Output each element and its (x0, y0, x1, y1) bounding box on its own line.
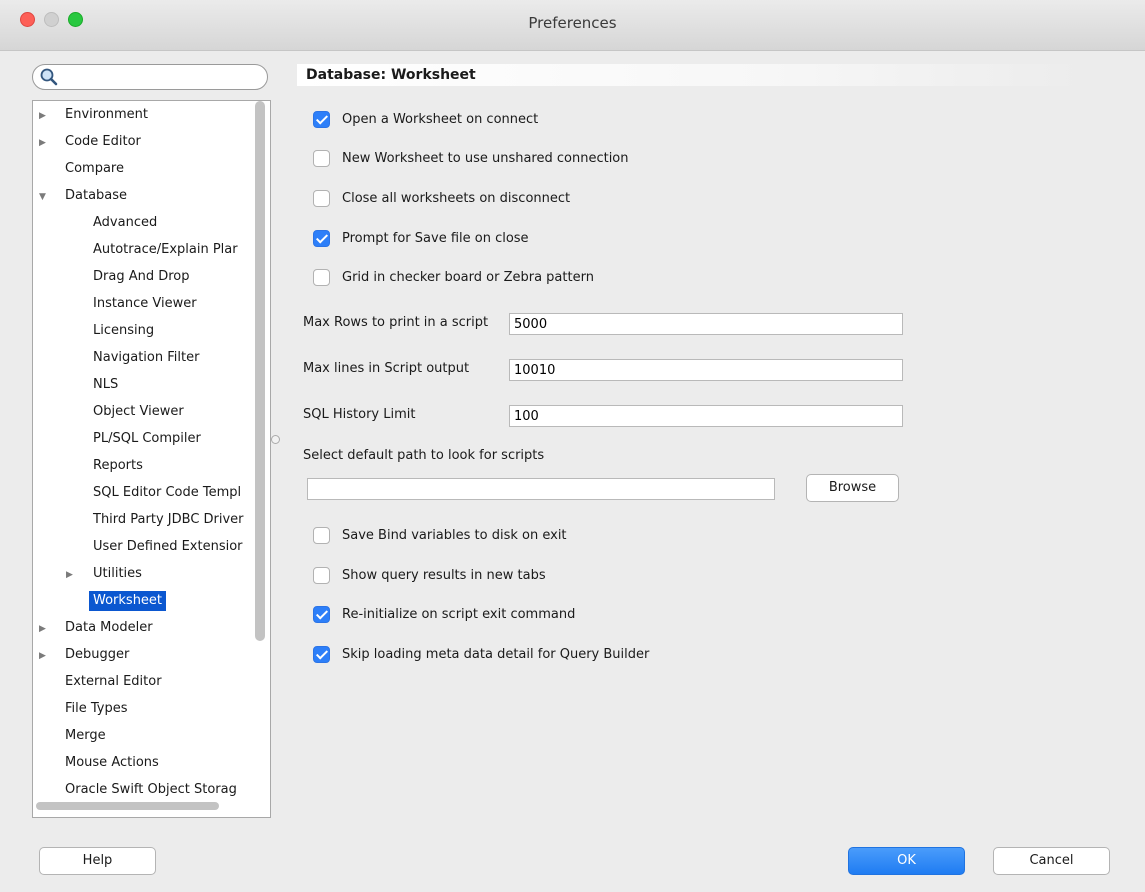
path-label: Select default path to look for scripts (303, 448, 545, 463)
search-box[interactable] (32, 64, 268, 90)
option-label: Close all worksheets on disconnect (342, 191, 571, 206)
tree-item-environment[interactable]: Environment (65, 105, 148, 125)
tree-item-file-types[interactable]: File Types (65, 699, 128, 719)
checkbox-checked[interactable] (313, 606, 330, 623)
tree-item-instance-viewer[interactable]: Instance Viewer (93, 294, 197, 314)
expanded-arrow-icon[interactable]: ▼ (39, 187, 46, 207)
title-bar[interactable]: Preferences (0, 0, 1145, 51)
browse-button[interactable]: Browse (806, 474, 899, 502)
search-input[interactable] (61, 68, 265, 88)
tree-item-object-viewer[interactable]: Object Viewer (93, 402, 184, 422)
collapsed-arrow-icon[interactable]: ▶ (66, 565, 73, 585)
splitter-handle[interactable] (271, 435, 280, 444)
window-title: Preferences (528, 14, 617, 32)
field-label: Max Rows to print in a script (303, 315, 489, 330)
tree-item-third-party-jdbc-driver[interactable]: Third Party JDBC Driver (93, 510, 244, 530)
checkbox-unchecked[interactable] (313, 150, 330, 167)
search-icon (40, 68, 58, 86)
tree-item-oracle-swift-object-storag[interactable]: Oracle Swift Object Storag (65, 780, 237, 800)
tree-item-external-editor[interactable]: External Editor (65, 672, 162, 692)
option-label: Show query results in new tabs (342, 568, 546, 583)
tree-item-user-defined-extensior[interactable]: User Defined Extensior (93, 537, 243, 557)
field-input[interactable] (509, 313, 903, 335)
panel-title: Database: Worksheet (297, 64, 1087, 86)
tree-item-database[interactable]: Database (65, 186, 127, 206)
tree-item-mouse-actions[interactable]: Mouse Actions (65, 753, 159, 773)
tree-item-pl-sql-compiler[interactable]: PL/SQL Compiler (93, 429, 201, 449)
field-label: Max lines in Script output (303, 361, 470, 376)
ok-button[interactable]: OK (848, 847, 965, 875)
cancel-button[interactable]: Cancel (993, 847, 1110, 875)
tree-item-nls[interactable]: NLS (93, 375, 118, 395)
tree-item-utilities[interactable]: Utilities (93, 564, 142, 584)
collapsed-arrow-icon[interactable]: ▶ (39, 646, 46, 666)
option-label: Prompt for Save file on close (342, 231, 529, 246)
option-label: Skip loading meta data detail for Query … (342, 647, 650, 662)
collapsed-arrow-icon[interactable]: ▶ (39, 133, 46, 153)
option-label: Save Bind variables to disk on exit (342, 528, 567, 543)
tree-item-licensing[interactable]: Licensing (93, 321, 154, 341)
option-label: Open a Worksheet on connect (342, 112, 539, 127)
checkbox-unchecked[interactable] (313, 190, 330, 207)
tree-horizontal-scrollbar[interactable] (36, 802, 219, 810)
tree-item-reports[interactable]: Reports (93, 456, 143, 476)
tree-item-debugger[interactable]: Debugger (65, 645, 129, 665)
preferences-tree[interactable]: ▶ Environment ▶ Code Editor Compare ▼ Database… (32, 100, 271, 818)
tree-item-navigation-filter[interactable]: Navigation Filter (93, 348, 199, 368)
tree-item-code-editor[interactable]: Code Editor (65, 132, 141, 152)
help-button[interactable]: Help (39, 847, 156, 875)
checkbox-unchecked[interactable] (313, 269, 330, 286)
tree-item-compare[interactable]: Compare (65, 159, 124, 179)
tree-item-advanced[interactable]: Advanced (93, 213, 157, 233)
checkbox-checked[interactable] (313, 646, 330, 663)
collapsed-arrow-icon[interactable]: ▶ (39, 619, 46, 639)
tree-vertical-scrollbar[interactable] (255, 101, 265, 641)
field-input[interactable] (509, 359, 903, 381)
tree-item-sql-editor-code-templ[interactable]: SQL Editor Code Templ (93, 483, 241, 503)
checkbox-unchecked[interactable] (313, 567, 330, 584)
tree-item-drag-and-drop[interactable]: Drag And Drop (93, 267, 190, 287)
script-path-input[interactable] (307, 478, 775, 500)
tree-item-merge[interactable]: Merge (65, 726, 106, 746)
field-label: SQL History Limit (303, 407, 416, 422)
option-label: New Worksheet to use unshared connection (342, 151, 629, 166)
checkbox-checked[interactable] (313, 111, 330, 128)
option-label: Grid in checker board or Zebra pattern (342, 270, 594, 285)
tree-item-worksheet[interactable]: Worksheet (89, 591, 167, 611)
collapsed-arrow-icon[interactable]: ▶ (39, 106, 46, 126)
field-input[interactable] (509, 405, 903, 427)
tree-item-data-modeler[interactable]: Data Modeler (65, 618, 153, 638)
checkbox-unchecked[interactable] (313, 527, 330, 544)
tree-item-autotrace-explain-plar[interactable]: Autotrace/Explain Plar (93, 240, 238, 260)
checkbox-checked[interactable] (313, 230, 330, 247)
option-label: Re-initialize on script exit command (342, 607, 576, 622)
preferences-window: Preferences ▶ Environment ▶ Code Editor Comp… (0, 0, 1145, 892)
